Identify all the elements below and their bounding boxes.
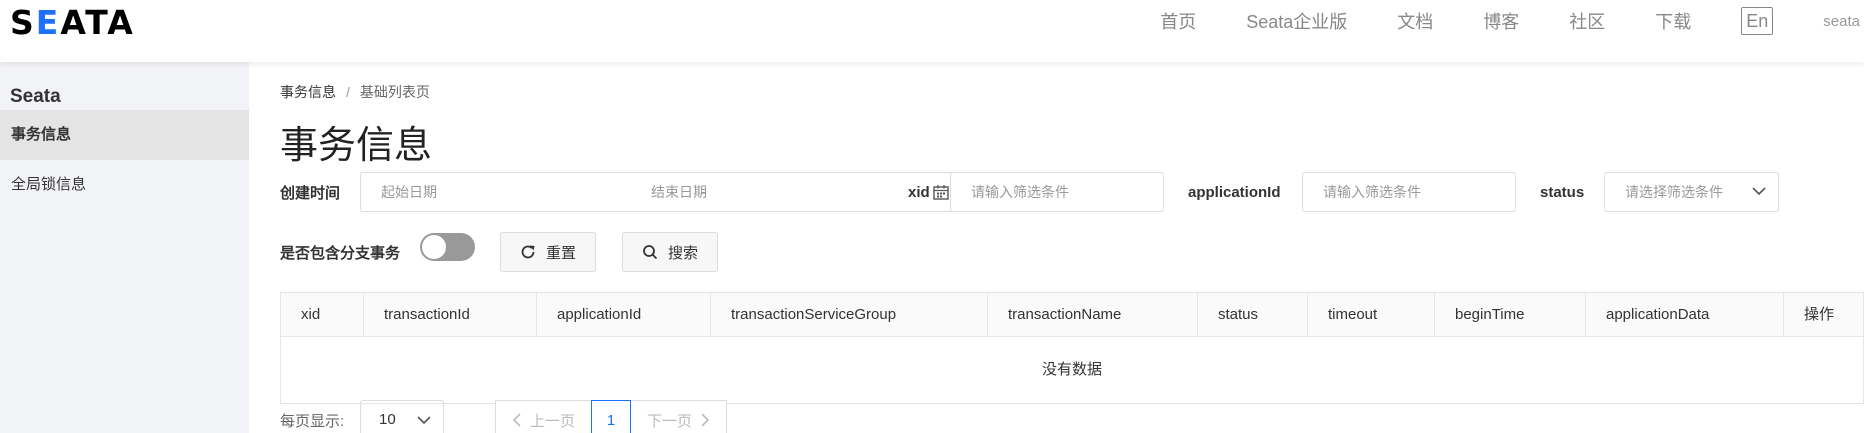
- main-content: 事务信息 / 基础列表页 事务信息 创建时间 起始日期 - 结束日期 xid 请…: [280, 62, 1864, 433]
- page-size-label: 每页显示:: [280, 413, 345, 430]
- next-page-button[interactable]: 下一页: [631, 400, 727, 433]
- chevron-down-icon: [1752, 187, 1766, 196]
- created-time-label: 创建时间: [280, 185, 341, 202]
- toggle-knob: [422, 235, 446, 259]
- column-header[interactable]: status: [1198, 293, 1308, 336]
- page-size-value: 10: [379, 411, 396, 428]
- sidebar: Seata 事务信息 全局锁信息: [0, 62, 249, 433]
- search-button[interactable]: 搜索: [622, 232, 718, 272]
- column-header[interactable]: xid: [281, 293, 364, 336]
- nav-blog[interactable]: 博客: [1483, 8, 1519, 34]
- breadcrumb-item[interactable]: 事务信息: [280, 82, 336, 102]
- transaction-table: xid transactionId applicationId transact…: [280, 292, 1864, 404]
- top-nav: 首页 Seata企业版 文档 博客 社区 下载 En seata: [1160, 0, 1864, 42]
- user-name[interactable]: seata: [1823, 13, 1860, 30]
- prev-page-button[interactable]: 上一页: [495, 400, 591, 433]
- search-label: 搜索: [667, 244, 698, 262]
- prev-page-label: 上一页: [529, 412, 575, 430]
- refresh-icon: [521, 245, 535, 259]
- application-id-input[interactable]: 请输入筛选条件: [1302, 172, 1516, 212]
- page-number-button[interactable]: 1: [591, 400, 631, 433]
- next-page-label: 下一页: [646, 412, 692, 430]
- chevron-right-icon: [701, 413, 710, 427]
- language-switch-button[interactable]: En: [1741, 7, 1774, 35]
- include-branch-toggle[interactable]: [420, 233, 475, 261]
- end-date-input[interactable]: 结束日期: [651, 173, 707, 211]
- status-select[interactable]: 请选择筛选条件: [1604, 172, 1779, 212]
- column-header[interactable]: transactionId: [364, 293, 537, 336]
- date-range-picker[interactable]: 起始日期 - 结束日期: [360, 172, 962, 212]
- nav-home[interactable]: 首页: [1160, 8, 1196, 34]
- status-label: status: [1540, 184, 1585, 201]
- column-header[interactable]: transactionName: [988, 293, 1198, 336]
- breadcrumb: 事务信息 / 基础列表页: [280, 82, 430, 102]
- column-header: 操作: [1804, 306, 1835, 323]
- column-header[interactable]: timeout: [1308, 293, 1435, 336]
- status-select-value: 请选择筛选条件: [1625, 184, 1723, 200]
- page-title: 事务信息: [280, 125, 433, 167]
- table-header: xid transactionId applicationId transact…: [281, 293, 1863, 337]
- chevron-left-icon: [512, 413, 521, 427]
- sidebar-item-global-lock-info[interactable]: 全局锁信息: [0, 160, 249, 210]
- empty-state: 没有数据: [1041, 361, 1102, 378]
- nav-docs[interactable]: 文档: [1397, 8, 1433, 34]
- application-id-label: applicationId: [1188, 184, 1281, 201]
- nav-download[interactable]: 下载: [1655, 8, 1691, 34]
- reset-button[interactable]: 重置: [500, 232, 596, 272]
- nav-community[interactable]: 社区: [1569, 8, 1605, 34]
- page-size-select[interactable]: 10: [360, 400, 444, 433]
- start-date-input[interactable]: 起始日期: [381, 173, 437, 211]
- xid-label: xid: [908, 184, 930, 201]
- breadcrumb-item-current: 基础列表页: [359, 84, 430, 100]
- breadcrumb-separator: /: [346, 84, 350, 100]
- pagination: 上一页 1 下一页: [495, 400, 727, 433]
- include-branch-label: 是否包含分支事务: [280, 245, 401, 262]
- sidebar-title: Seata: [10, 86, 61, 107]
- column-header[interactable]: applicationData: [1586, 293, 1784, 336]
- reset-label: 重置: [545, 244, 576, 262]
- xid-input[interactable]: 请输入筛选条件: [950, 172, 1164, 212]
- column-header[interactable]: beginTime: [1435, 293, 1586, 336]
- seata-logo[interactable]: SEATA: [10, 3, 135, 42]
- search-icon: [643, 245, 658, 260]
- top-header: SEATA 首页 Seata企业版 文档 博客 社区 下载 En seata: [0, 0, 1864, 62]
- nav-enterprise[interactable]: Seata企业版: [1246, 8, 1347, 34]
- sidebar-item-transaction-info[interactable]: 事务信息: [0, 110, 249, 160]
- calendar-icon[interactable]: [933, 184, 949, 200]
- chevron-down-icon: [417, 416, 431, 425]
- column-header[interactable]: transactionServiceGroup: [711, 293, 988, 336]
- column-header[interactable]: applicationId: [537, 293, 711, 336]
